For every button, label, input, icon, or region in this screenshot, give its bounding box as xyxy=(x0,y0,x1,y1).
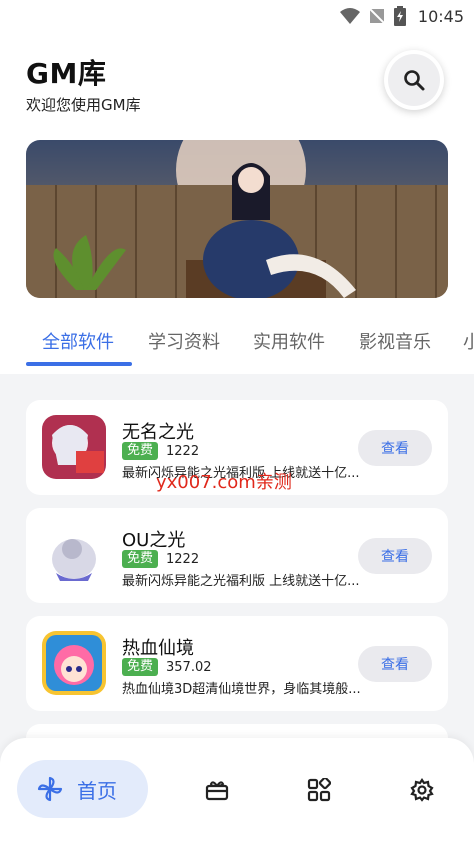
app-name: 热血仙境 xyxy=(122,638,194,659)
app-meta: 免费 1222 xyxy=(122,442,199,460)
tab-film-music[interactable]: 影视音乐 xyxy=(359,328,431,354)
tab-indicator xyxy=(26,362,132,366)
app-meta: 免费 357.02 xyxy=(122,658,212,676)
apps-grid-icon[interactable] xyxy=(307,778,331,802)
app-description: 最新闪烁异能之光福利版 上线就送十亿... xyxy=(122,574,360,589)
pinwheel-icon xyxy=(37,776,63,802)
app-size: 357.02 xyxy=(166,659,212,675)
free-badge: 免费 xyxy=(122,658,159,676)
view-button[interactable]: 查看 xyxy=(358,430,432,466)
view-button[interactable]: 查看 xyxy=(358,538,432,574)
bottom-nav: 首页 xyxy=(0,738,474,842)
status-time: 10:45 xyxy=(417,6,464,26)
app-icon xyxy=(42,415,106,479)
app-size: 1222 xyxy=(166,443,200,459)
search-button[interactable] xyxy=(384,50,444,110)
status-icons: 10:45 xyxy=(339,6,464,26)
app-name: OU之光 xyxy=(122,530,186,551)
watermark: yx007.com亲测 xyxy=(156,472,292,493)
search-button-inner xyxy=(388,54,440,106)
banner-image[interactable] xyxy=(26,140,448,298)
app-description: 热血仙境3D超清仙境世界，身临其境般... xyxy=(122,682,361,697)
tab-study-materials[interactable]: 学习资料 xyxy=(148,328,220,354)
status-bar: 10:45 xyxy=(0,0,474,34)
tab-more[interactable]: 小 xyxy=(463,328,474,354)
view-button[interactable]: 查看 xyxy=(358,646,432,682)
list-item[interactable]: OU之光 免费 1222 最新闪烁异能之光福利版 上线就送十亿... 查看 xyxy=(26,508,448,603)
search-icon xyxy=(404,70,425,91)
app-size: 1222 xyxy=(166,551,200,567)
app-meta: 免费 1222 xyxy=(122,550,199,568)
category-tabs: 全部软件 学习资料 实用软件 影视音乐 小 xyxy=(0,328,474,374)
gear-icon[interactable] xyxy=(410,778,434,802)
header: GM库 欢迎您使用GM库 全部软件 学习资料 实用软件 影视音乐 小 xyxy=(0,34,474,374)
no-signal-icon xyxy=(368,7,386,25)
tab-all-software[interactable]: 全部软件 xyxy=(42,328,114,354)
tab-utility-software[interactable]: 实用软件 xyxy=(253,328,325,354)
app-icon xyxy=(42,631,106,695)
app-icon xyxy=(42,523,106,587)
free-badge: 免费 xyxy=(122,550,159,568)
banner-illustration xyxy=(26,140,448,298)
nav-home[interactable]: 首页 xyxy=(17,760,148,818)
app-title: GM库 xyxy=(26,57,107,90)
app-name: 无名之光 xyxy=(122,422,194,443)
battery-icon xyxy=(393,6,406,26)
nav-home-label: 首页 xyxy=(77,778,117,803)
free-badge: 免费 xyxy=(122,442,159,460)
list-item[interactable]: 热血仙境 免费 357.02 热血仙境3D超清仙境世界，身临其境般... 查看 xyxy=(26,616,448,711)
wifi-icon xyxy=(339,8,360,24)
app-subtitle: 欢迎您使用GM库 xyxy=(26,96,141,114)
gift-icon[interactable] xyxy=(205,778,229,802)
